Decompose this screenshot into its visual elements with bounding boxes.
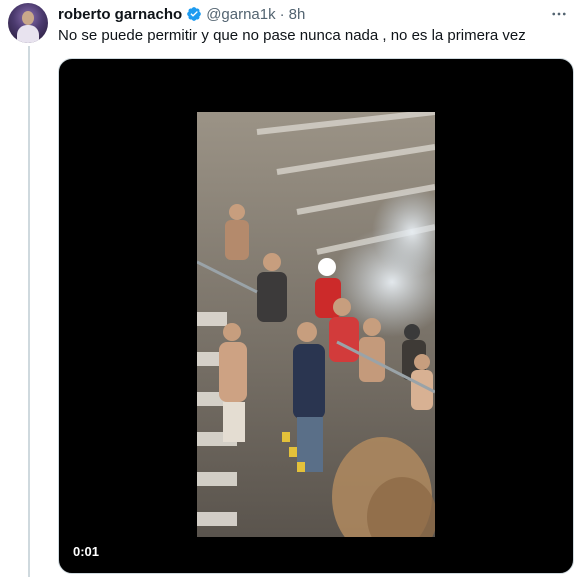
video-frame[interactable]: [197, 112, 435, 537]
verified-badge-icon: [187, 7, 202, 21]
author-name[interactable]: roberto garnacho: [58, 6, 182, 23]
more-dots-glyph: [552, 12, 566, 16]
avatar[interactable]: [8, 3, 48, 43]
video-still: [197, 112, 435, 537]
thread-line: [28, 46, 30, 577]
tweet-time[interactable]: 8h: [289, 6, 306, 23]
tweet-text: No se puede permitir y que no pase nunca…: [58, 27, 526, 44]
avatar-head: [22, 11, 34, 25]
tweet-header: roberto garnacho @garna1k · 8h: [58, 4, 305, 24]
video-player[interactable]: 0:01: [58, 58, 574, 574]
avatar-body: [17, 25, 39, 43]
more-options-icon[interactable]: [548, 4, 570, 24]
separator-dot: ·: [279, 5, 285, 23]
author-handle[interactable]: @garna1k: [206, 6, 275, 23]
video-timestamp: 0:01: [73, 544, 100, 559]
